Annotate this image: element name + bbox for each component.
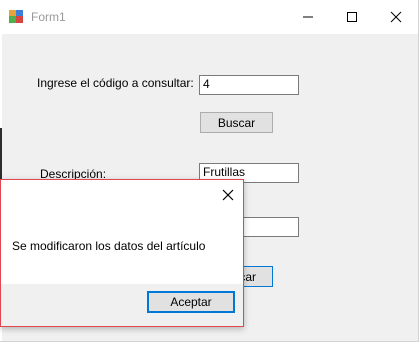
close-icon	[222, 189, 234, 201]
app-icon	[9, 10, 23, 23]
maximize-button[interactable]	[331, 0, 373, 34]
message-box: Se modificaron los datos del artículo Ac…	[0, 179, 244, 327]
minimize-icon	[303, 16, 313, 18]
aceptar-button[interactable]: Aceptar	[147, 291, 235, 313]
close-button[interactable]	[375, 0, 417, 34]
maximize-icon	[347, 12, 357, 22]
buscar-button[interactable]: Buscar	[200, 112, 273, 133]
dialog-message: Se modificaron los datos del artículo	[12, 239, 206, 253]
close-icon	[390, 11, 402, 23]
window-title: Form1	[31, 10, 66, 24]
codigo-label: Ingrese el código a consultar:	[37, 76, 194, 90]
codigo-input[interactable]: 4	[199, 75, 299, 95]
minimize-button[interactable]	[287, 0, 329, 34]
dialog-close-button[interactable]	[219, 186, 237, 204]
title-bar[interactable]: Form1	[0, 0, 418, 34]
